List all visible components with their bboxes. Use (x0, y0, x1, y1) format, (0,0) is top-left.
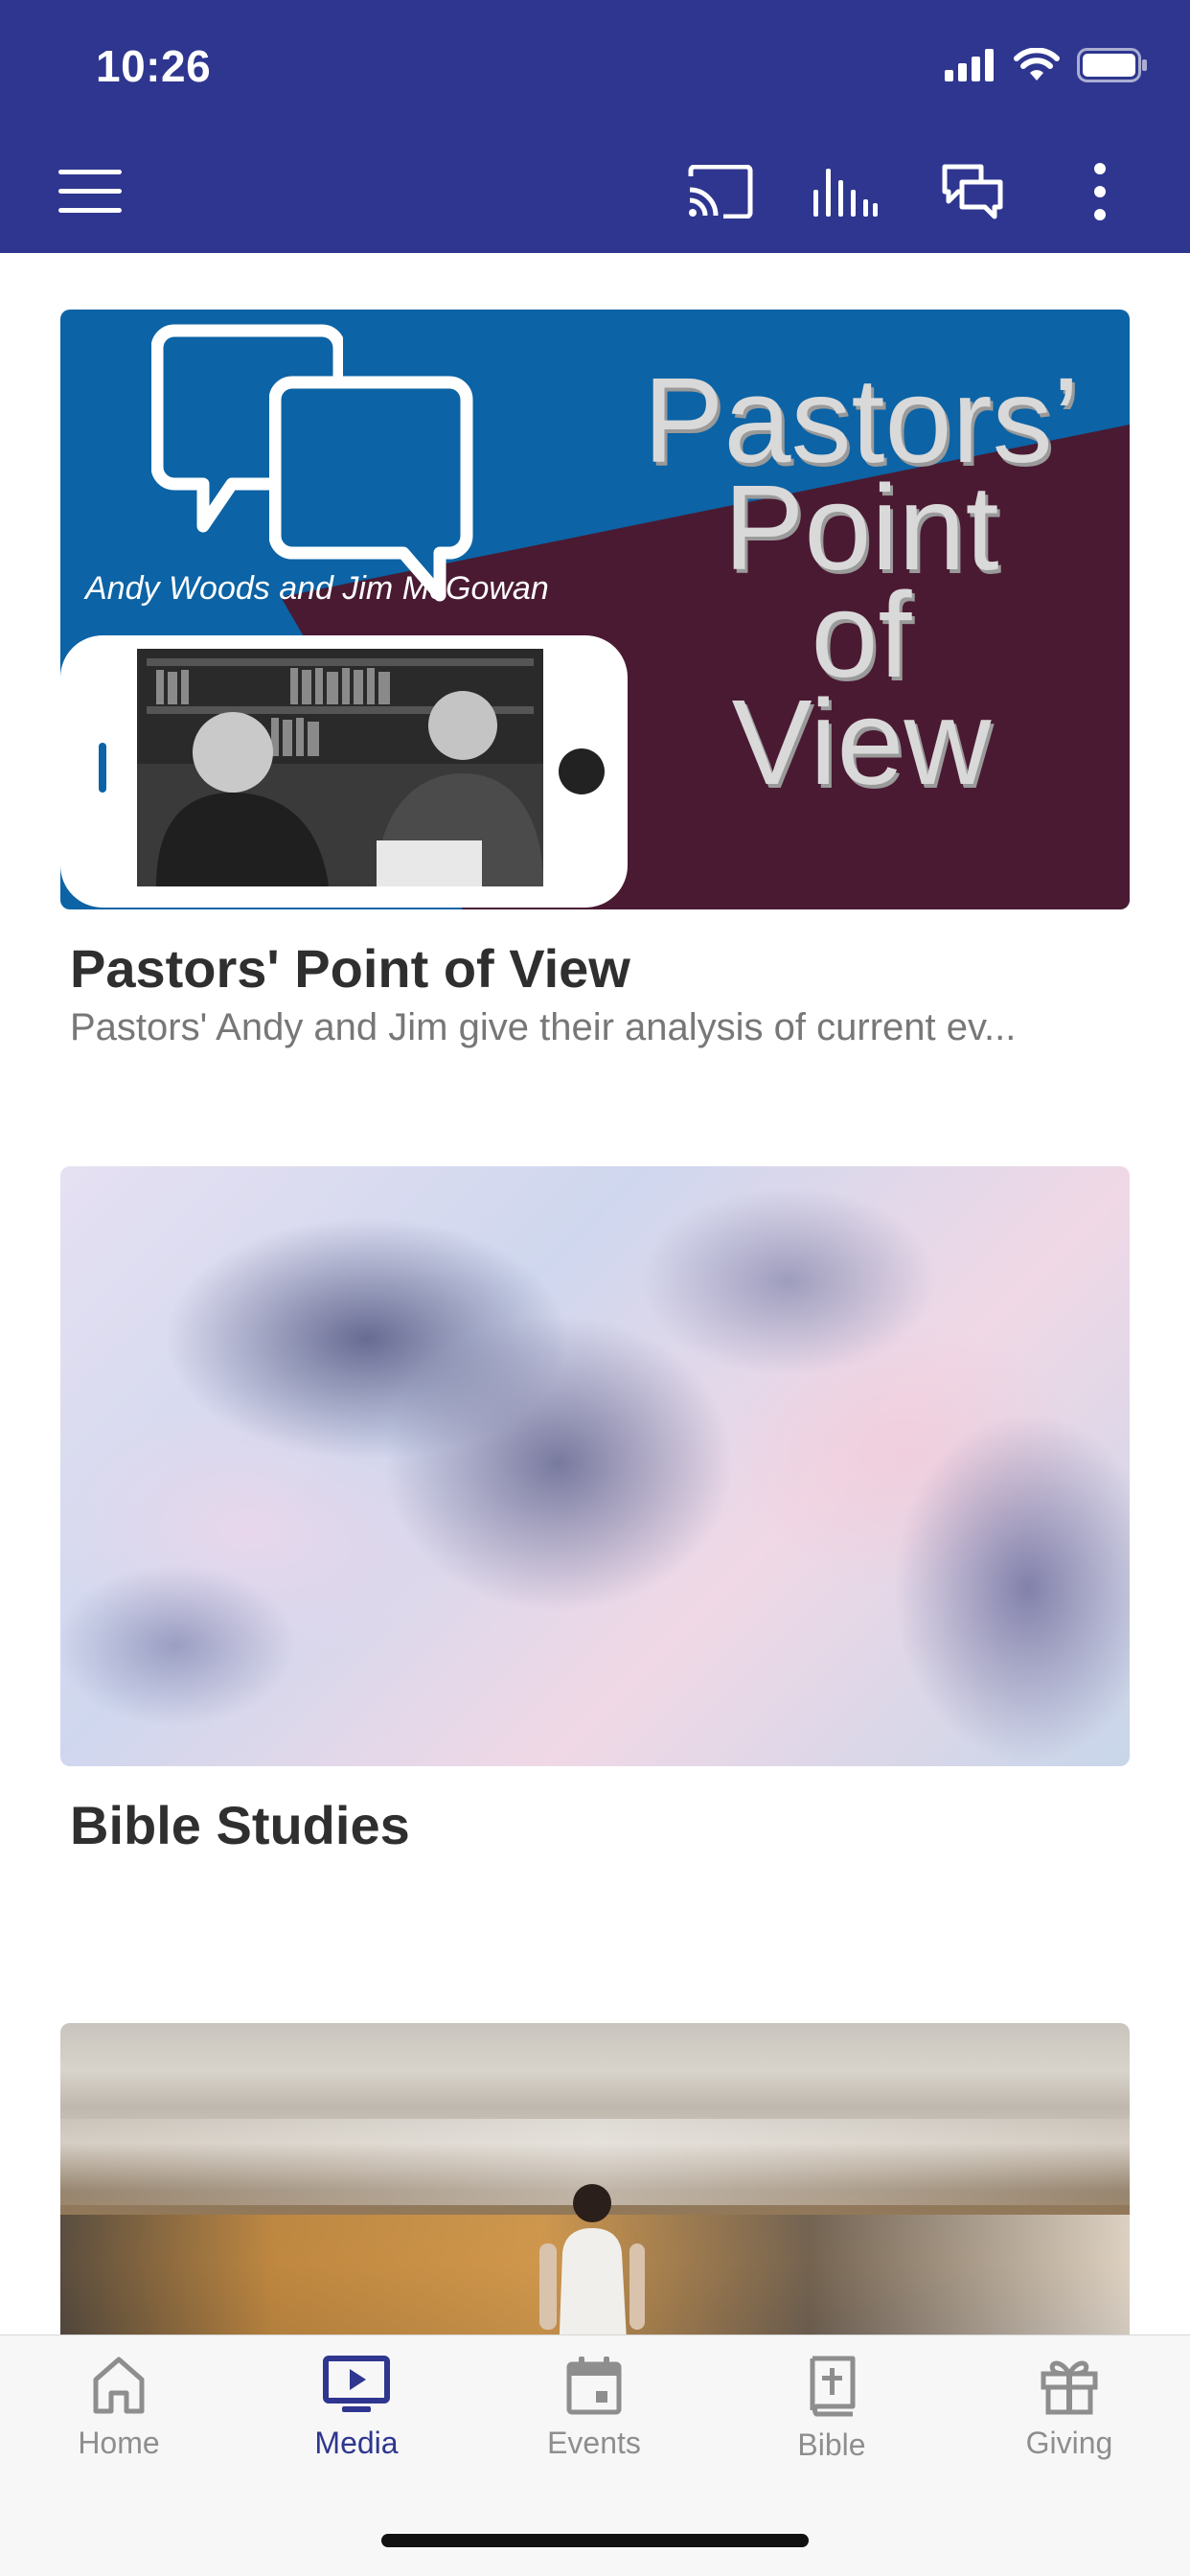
nav-item-bible[interactable]: Bible (736, 2355, 927, 2498)
nav-item-home[interactable]: Home (23, 2355, 215, 2498)
toolbar (0, 144, 1190, 240)
media-card-third[interactable] (60, 2023, 1130, 2334)
status-icons (945, 48, 1148, 82)
nav-label: Events (547, 2426, 641, 2460)
image-word: Point (723, 460, 999, 595)
app-header: 10:26 (0, 0, 1190, 253)
media-card-bible-studies[interactable]: Bible Studies (60, 1166, 1130, 1856)
image-title-words: Pastors’ Point of View (641, 353, 1082, 810)
image-caption: Andy Woods and Jim McGowan (85, 570, 549, 607)
card-title: Bible Studies (70, 1795, 410, 1855)
nav-label: Media (314, 2426, 399, 2460)
phone-speaker (99, 743, 106, 793)
nav-label: Giving (1025, 2426, 1113, 2460)
card-title: Pastors' Point of View (70, 938, 630, 999)
menu-button[interactable] (42, 144, 138, 240)
calendar-icon (566, 2357, 622, 2415)
chat-button[interactable] (925, 144, 1020, 240)
home-indicator[interactable] (381, 2534, 809, 2547)
more-button[interactable] (1052, 144, 1148, 240)
nav-item-giving[interactable]: Giving (973, 2355, 1165, 2498)
image-word: View (731, 675, 992, 810)
phone-camera (559, 748, 605, 794)
signal-icon (945, 49, 994, 81)
person-figure (539, 2184, 645, 2334)
media-card-pastors-point-of-view[interactable]: Andy Woods and Jim McGowan Pastors’ Poin… (60, 310, 1130, 1057)
cast-icon (688, 165, 753, 218)
audio-button[interactable] (797, 144, 893, 240)
home-icon (93, 2357, 145, 2414)
cast-button[interactable] (673, 144, 768, 240)
battery-icon (1077, 48, 1147, 82)
media-icon (323, 2356, 390, 2412)
menu-icon (58, 170, 122, 213)
card-image[interactable]: Andy Woods and Jim McGowan Pastors’ Poin… (60, 310, 1130, 909)
nav-label: Bible (797, 2427, 866, 2462)
wifi-icon (1014, 48, 1060, 80)
phone-graphic (60, 635, 628, 908)
audio-bars-icon (813, 169, 878, 217)
image-word: of (811, 567, 912, 702)
more-vertical-icon (1094, 163, 1106, 220)
nav-item-events[interactable]: Events (498, 2355, 690, 2498)
image-word: Pastors’ (643, 353, 1080, 488)
card-subtitle: Pastors' Andy and Jim give their analysi… (70, 1006, 1017, 1048)
nav-item-media[interactable]: Media (261, 2355, 452, 2498)
pastors-photo (137, 649, 543, 886)
status-time: 10:26 (96, 41, 212, 91)
chat-icon (942, 164, 1003, 219)
nav-label: Home (78, 2426, 160, 2460)
bible-icon (810, 2356, 856, 2417)
phone-screen-photo (137, 649, 543, 886)
gift-icon (1041, 2360, 1098, 2415)
card-image[interactable] (60, 1166, 1130, 1766)
card-image[interactable] (60, 2023, 1130, 2334)
